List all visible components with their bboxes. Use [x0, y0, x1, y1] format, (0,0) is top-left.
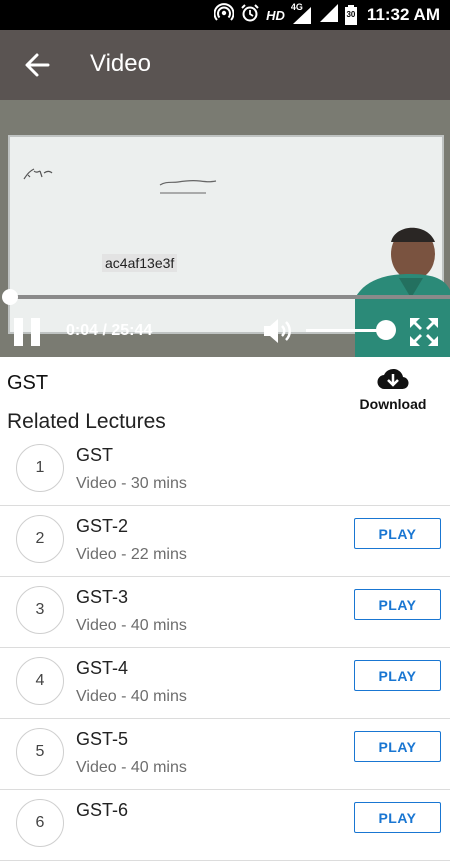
seek-handle[interactable] — [2, 289, 18, 305]
app-bar: Video — [0, 30, 450, 100]
lecture-number: 4 — [16, 657, 64, 705]
clock: 11:32 AM — [366, 5, 440, 24]
time-display: 0:04 / 25:44 — [66, 322, 153, 339]
page-title: Video — [90, 50, 151, 77]
play-button[interactable]: PLAY — [354, 660, 441, 691]
related-lectures-heading: Related Lectures — [7, 410, 166, 433]
signal-4g-icon: 4G — [290, 2, 313, 25]
lecture-item-title: GST-6 — [76, 800, 129, 820]
lecture-item-title: GST — [76, 445, 114, 465]
signal-icon — [319, 3, 339, 28]
lecture-number: 5 — [16, 728, 64, 776]
list-item[interactable]: 3 GST-3 Video - 40 mins PLAY — [0, 577, 450, 648]
list-item[interactable]: 4 GST-4 Video - 40 mins PLAY — [0, 648, 450, 719]
cloud-download-icon — [376, 368, 410, 397]
video-watermark: ac4af13e3f — [102, 254, 178, 272]
download-button[interactable]: Download — [358, 365, 428, 412]
lecture-number: 1 — [16, 444, 64, 492]
lecture-item-subtitle: Video - 40 mins — [76, 688, 187, 705]
play-button[interactable]: PLAY — [354, 731, 441, 762]
volume-icon[interactable] — [262, 316, 296, 346]
list-item[interactable]: 1 GST Video - 30 mins — [0, 435, 450, 506]
play-button[interactable]: PLAY — [354, 589, 441, 620]
related-lectures-list: 1 GST Video - 30 mins 2 GST-2 Video - 22… — [0, 435, 450, 861]
hotspot-icon — [213, 2, 235, 28]
lecture-item-title: GST-5 — [76, 729, 129, 749]
volume-slider-handle[interactable] — [376, 320, 396, 340]
video-player[interactable]: ac4af13e3f 0:04 / 25:44 — [0, 100, 450, 357]
battery-level: 30 — [346, 10, 356, 19]
status-bar: HD 4G 30 11:32 AM — [0, 0, 450, 30]
lecture-number: 3 — [16, 586, 64, 634]
battery-icon: 30 — [344, 5, 357, 25]
play-button[interactable]: PLAY — [354, 518, 441, 549]
lecture-item-subtitle: Video - 40 mins — [76, 759, 187, 776]
lecture-number: 6 — [16, 799, 64, 847]
network-type-label: 4G — [290, 2, 303, 12]
lecture-item-title: GST-2 — [76, 516, 129, 536]
lecture-item-subtitle: Video - 22 mins — [76, 546, 187, 563]
lecture-number: 2 — [16, 515, 64, 563]
hd-indicator: HD — [266, 7, 285, 23]
fullscreen-icon[interactable] — [408, 316, 440, 348]
pause-icon[interactable] — [12, 317, 42, 347]
download-label: Download — [359, 396, 427, 412]
lecture-item-subtitle: Video - 40 mins — [76, 617, 187, 634]
play-button[interactable]: PLAY — [354, 802, 441, 833]
list-item[interactable]: 6 GST-6 PLAY — [0, 790, 450, 861]
lecture-item-title: GST-3 — [76, 587, 129, 607]
arrow-back-icon[interactable] — [22, 50, 52, 80]
lecture-item-title: GST-4 — [76, 658, 129, 678]
alarm-icon — [240, 3, 260, 28]
list-item[interactable]: 5 GST-5 Video - 40 mins PLAY — [0, 719, 450, 790]
lecture-title: GST — [7, 372, 49, 394]
list-item[interactable]: 2 GST-2 Video - 22 mins PLAY — [0, 506, 450, 577]
seek-bar[interactable] — [10, 295, 450, 299]
lecture-item-subtitle: Video - 30 mins — [76, 475, 187, 492]
